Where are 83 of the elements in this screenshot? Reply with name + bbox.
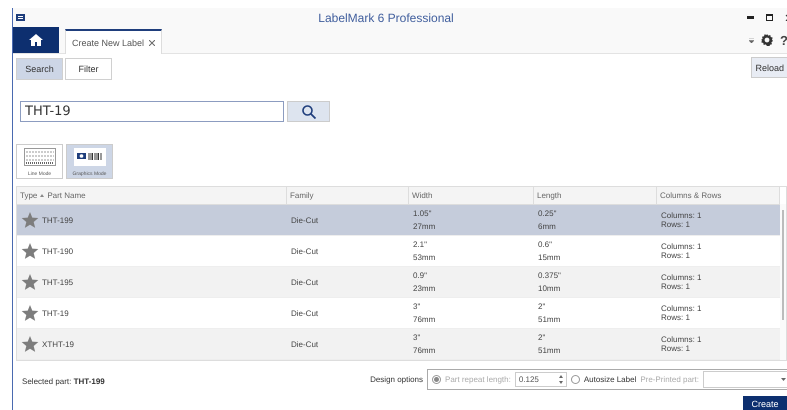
rows-count: Rows: 1: [661, 282, 691, 291]
home-icon: [29, 34, 43, 46]
create-button[interactable]: Create: [743, 396, 787, 410]
column-header[interactable]: Width: [412, 191, 432, 200]
search-button[interactable]: [287, 101, 330, 122]
design-options-label: Design options: [370, 375, 423, 384]
length-inches: 2": [538, 333, 546, 342]
width-mm: 23mm: [413, 284, 436, 293]
view-toggle-button[interactable]: Filter: [65, 58, 112, 80]
table-row[interactable]: THT-195 Die-Cut 0.9" 23mm 0.375" 10mm Columns: 1 Rows: 1: [17, 267, 780, 298]
line-mode-icon: [24, 148, 56, 166]
close-icon[interactable]: [149, 40, 156, 46]
spin-arrows-icon: [558, 375, 563, 384]
table-row[interactable]: THT-199 Die-Cut 1.05" 27mm 0.25" 6mm Columns: 1 Rows: 1: [17, 205, 780, 236]
search-icon: [302, 104, 316, 118]
option-label: Autosize Label: [584, 375, 636, 384]
column-header[interactable]: Columns & Rows: [660, 191, 722, 200]
part-name-cell: XTHT-19: [42, 340, 74, 348]
family-cell: Die-Cut: [291, 308, 318, 318]
selected-part-label: Selected part: THT-199: [22, 377, 105, 386]
maximize-icon[interactable]: [766, 14, 773, 21]
part-name-cell: THT-199: [42, 216, 74, 224]
part-name-cell: THT-19: [42, 308, 69, 318]
settings-icon[interactable]: [761, 34, 774, 46]
width-inches: 0.9": [413, 271, 428, 280]
part-name-cell: THT-195: [42, 278, 74, 286]
view-toggle-button[interactable]: Search: [16, 58, 63, 80]
family-cell: Die-Cut: [291, 246, 318, 256]
star-icon: [21, 242, 39, 260]
columns-count: Columns: 1: [661, 242, 702, 251]
column-header[interactable]: Length: [537, 191, 562, 200]
column-header[interactable]: Part Name: [47, 191, 86, 200]
graphics-mode-icon: [74, 148, 106, 166]
column-header[interactable]: Family: [290, 191, 314, 200]
rows-count: Rows: 1: [661, 251, 691, 260]
table-row[interactable]: XTHT-19 Die-Cut 3" 76mm 2" 51mm Columns: 1 Rows: 1: [17, 329, 780, 360]
window-title: LabelMark 6 Professional: [317, 10, 455, 24]
preprinted-part-label: Pre-Printed part:: [640, 375, 700, 384]
app-icon: [16, 14, 25, 21]
family-cell: Die-Cut: [291, 340, 318, 348]
width-mm: 76mm: [413, 346, 436, 355]
length-inches: 0.25": [538, 209, 558, 218]
rows-count: Rows: 1: [661, 220, 691, 229]
radio-button[interactable]: [570, 375, 580, 384]
reload-button[interactable]: Reload: [751, 57, 787, 78]
star-icon: [21, 274, 39, 290]
rows-count: Rows: 1: [661, 313, 691, 322]
option-label: Part repeat length:: [445, 375, 511, 384]
scrollbar[interactable]: [780, 204, 786, 360]
columns-count: Columns: 1: [661, 335, 702, 344]
columns-count: Columns: 1: [661, 211, 702, 220]
columns-count: Columns: 1: [661, 304, 702, 313]
length-inches: 0.6": [538, 240, 553, 249]
width-inches: 3": [413, 302, 422, 311]
star-icon: [21, 336, 39, 352]
help-button[interactable]: ?: [780, 32, 787, 48]
dropdown-icon[interactable]: [749, 38, 754, 42]
length-mm: 51mm: [538, 346, 562, 355]
caret-icon: [781, 378, 786, 381]
family-cell: Die-Cut: [291, 278, 318, 286]
part-name-cell: THT-190: [42, 246, 74, 256]
width-inches: 1.05": [413, 209, 432, 218]
length-inches: 0.375": [538, 271, 562, 280]
column-header[interactable]: Type: [20, 191, 38, 200]
width-inches: 2.1": [413, 240, 428, 249]
home-button[interactable]: [13, 27, 59, 53]
width-mm: 27mm: [413, 222, 436, 231]
length-mm: 10mm: [538, 284, 562, 293]
length-mm: 15mm: [538, 253, 562, 262]
star-icon: [21, 212, 39, 228]
length-mm: 6mm: [538, 222, 557, 231]
width-mm: 53mm: [413, 253, 436, 262]
width-mm: 76mm: [413, 315, 436, 324]
star-icon: [21, 304, 39, 322]
width-inches: 3": [413, 333, 422, 342]
length-mm: 51mm: [538, 315, 562, 324]
sort-ascending-icon: [40, 194, 44, 197]
columns-count: Columns: 1: [661, 273, 702, 282]
search-field[interactable]: THT-19: [20, 101, 284, 122]
family-cell: Die-Cut: [291, 216, 318, 224]
length-inches: 2": [538, 302, 546, 311]
rows-count: Rows: 1: [661, 344, 691, 353]
tab[interactable]: Create New Label: [65, 29, 162, 54]
